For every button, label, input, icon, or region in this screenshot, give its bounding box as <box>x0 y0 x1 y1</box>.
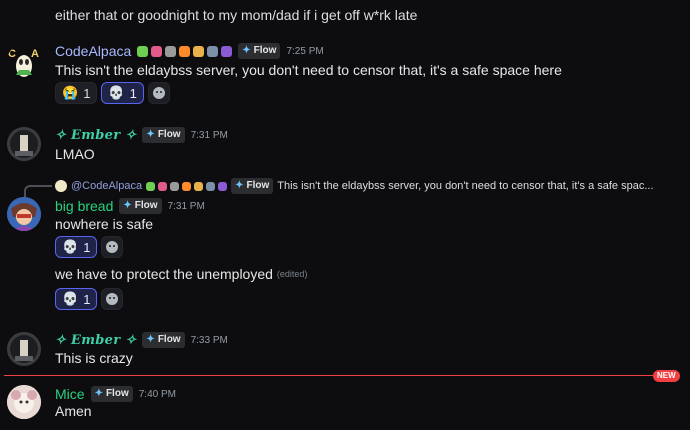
flow-tag[interactable]: ✦ Flow <box>238 43 281 59</box>
badge-icon <box>207 45 219 57</box>
crying-face-icon: 😭 <box>62 85 79 100</box>
message-text: either that or goodnight to my mom/dad i… <box>55 7 418 23</box>
edited-label: (edited) <box>276 269 308 279</box>
add-reaction-button[interactable] <box>101 288 124 310</box>
message-text: LMAO <box>55 146 95 162</box>
reply-preview[interactable]: This isn't the eldaybss server, you don'… <box>277 180 653 192</box>
badge-icon <box>151 45 163 57</box>
svg-text:A: A <box>31 48 39 60</box>
badge-icon <box>137 45 149 57</box>
reaction-crying[interactable]: 😭 1 <box>55 82 98 104</box>
reaction-skull[interactable]: 💀 1 <box>55 236 98 258</box>
avatar[interactable]: C A <box>7 44 41 78</box>
badge-icon <box>206 181 216 191</box>
avatar[interactable] <box>7 332 41 366</box>
new-messages-divider <box>4 375 656 376</box>
flow-tag[interactable]: ✦ Flow <box>231 178 274 194</box>
smiley-icon <box>152 87 165 99</box>
tag-label: Flow <box>157 129 181 140</box>
reaction-count: 1 <box>83 85 91 101</box>
new-badge: NEW <box>653 370 680 382</box>
message-text: Amen <box>55 403 92 419</box>
badge-icon <box>158 181 168 191</box>
add-reaction-button[interactable] <box>147 82 170 104</box>
reaction-count: 1 <box>83 239 91 255</box>
timestamp[interactable]: 7:33 PM <box>191 335 228 346</box>
tag-label: Flow <box>157 334 181 345</box>
flow-tag[interactable]: ✦ Flow <box>142 332 185 348</box>
avatar[interactable] <box>7 385 41 419</box>
tag-label: Flow <box>246 180 270 191</box>
flow-tag[interactable]: ✦ Flow <box>142 127 185 143</box>
badge-icon <box>221 45 233 57</box>
sparkle-icon: ✦ <box>242 45 251 56</box>
message-text: This is crazy <box>55 350 133 366</box>
tag-label: Flow <box>134 200 158 211</box>
sparkle-icon: ✦ <box>235 180 244 191</box>
badge-icon <box>182 181 192 191</box>
avatar[interactable] <box>7 197 41 231</box>
message-text: This isn't the eldaybss server, you don'… <box>55 62 562 78</box>
reaction-skull[interactable]: 💀 1 <box>101 82 144 104</box>
reaction-skull[interactable]: 💀 1 <box>55 288 98 310</box>
avatar[interactable] <box>7 127 41 161</box>
flow-tag[interactable]: ✦ Flow <box>90 386 133 402</box>
message-text: nowhere is safe <box>55 216 154 232</box>
timestamp[interactable]: 7:25 PM <box>286 46 323 57</box>
username[interactable]: ✧ Ember ✧ <box>55 128 136 143</box>
badge-icon <box>179 45 191 57</box>
user-badges <box>137 45 233 57</box>
badge-icon <box>165 45 177 57</box>
skull-icon: 💀 <box>62 239 79 254</box>
smiley-icon <box>106 241 119 253</box>
username[interactable]: big bread <box>55 198 113 214</box>
reaction-count: 1 <box>83 291 91 307</box>
flow-tag[interactable]: ✦ Flow <box>119 198 162 214</box>
badge-icon <box>146 181 156 191</box>
tag-label: Flow <box>105 388 129 399</box>
svg-text:C: C <box>8 48 16 60</box>
reply-avatar[interactable] <box>55 180 67 192</box>
timestamp[interactable]: 7:40 PM <box>139 389 176 400</box>
tag-label: Flow <box>253 45 277 56</box>
timestamp[interactable]: 7:31 PM <box>168 201 205 212</box>
reply-username[interactable]: @CodeAlpaca <box>71 180 142 192</box>
timestamp[interactable]: 7:31 PM <box>191 130 228 141</box>
smiley-icon <box>106 293 119 305</box>
skull-icon: 💀 <box>62 291 79 306</box>
badge-icon <box>170 181 180 191</box>
add-reaction-button[interactable] <box>101 236 124 258</box>
badge-icon <box>194 181 204 191</box>
skull-icon: 💀 <box>108 85 125 100</box>
sparkle-icon: ✦ <box>123 200 132 211</box>
user-badges <box>146 181 228 191</box>
sparkle-icon: ✦ <box>94 388 103 399</box>
badge-icon <box>193 45 205 57</box>
message-text: we have to protect the unemployed <box>55 266 273 282</box>
username[interactable]: Mice <box>55 386 85 402</box>
username[interactable]: CodeAlpaca <box>55 43 131 59</box>
reaction-count: 1 <box>129 85 137 101</box>
sparkle-icon: ✦ <box>146 129 155 140</box>
username[interactable]: ✧ Ember ✧ <box>55 333 136 348</box>
sparkle-icon: ✦ <box>146 334 155 345</box>
badge-icon <box>218 181 228 191</box>
